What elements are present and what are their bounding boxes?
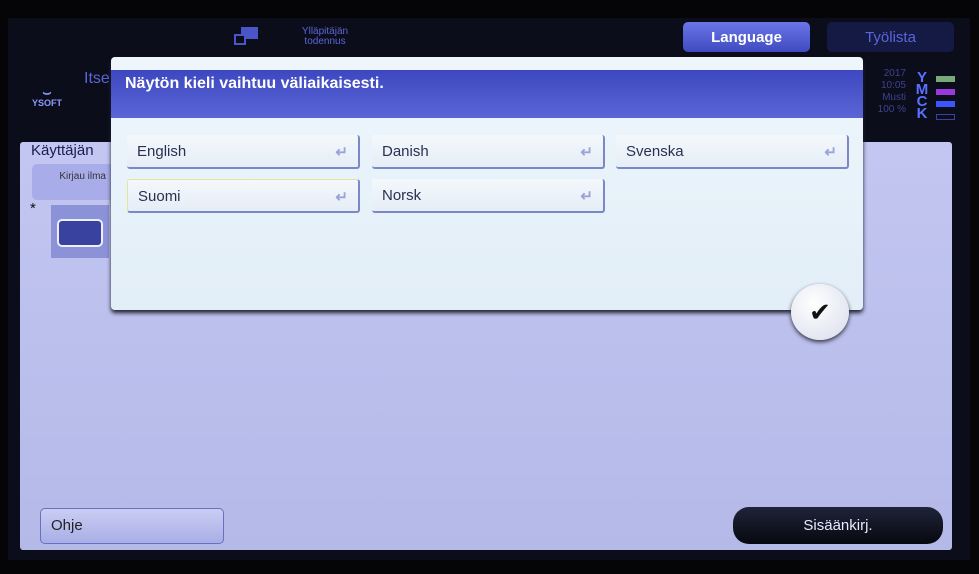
date: 2017 bbox=[883, 68, 906, 79]
option-label: Danish bbox=[382, 143, 429, 160]
language-option-svenska[interactable]: Svenska ↵ bbox=[616, 135, 849, 169]
logo-text: YSOFT bbox=[31, 98, 62, 108]
login-method-button[interactable]: Kirjau ilma bbox=[32, 164, 114, 200]
section-title: Käyttäjän bbox=[31, 142, 94, 159]
option-label: Suomi bbox=[138, 188, 181, 205]
language-option-norsk[interactable]: Norsk ↵ bbox=[372, 179, 605, 213]
time: 10:05 bbox=[880, 80, 906, 91]
enter-icon: ↵ bbox=[580, 188, 593, 205]
tab-job-list[interactable]: Työlista bbox=[827, 22, 954, 52]
option-label: Norsk bbox=[382, 187, 422, 204]
toner-level-m bbox=[936, 89, 955, 95]
enter-icon: ↵ bbox=[824, 144, 837, 161]
language-option-suomi[interactable]: Suomi ↵ bbox=[127, 179, 360, 213]
checkmark-icon: ✔ bbox=[809, 296, 831, 327]
enter-icon: ↵ bbox=[335, 189, 348, 206]
language-option-english[interactable]: English ↵ bbox=[127, 135, 360, 169]
memory-label: Musti bbox=[882, 92, 906, 103]
ok-button[interactable]: ✔ bbox=[791, 284, 849, 340]
language-dialog: Näytön kieli vaihtuu väliaikaisesti. Eng… bbox=[111, 57, 863, 310]
toner-level-y bbox=[936, 76, 955, 82]
card-key-icon[interactable] bbox=[51, 205, 109, 258]
help-button[interactable]: Ohje bbox=[40, 508, 224, 544]
option-label: Svenska bbox=[626, 143, 684, 160]
ysoft-logo: ⌣ YSOFT bbox=[18, 85, 76, 112]
tab-language[interactable]: Language bbox=[683, 22, 810, 52]
dialog-message: Näytön kieli vaihtuu väliaikaisesti. bbox=[111, 70, 863, 118]
toner-level-c bbox=[936, 101, 955, 107]
memory-value: 100 % bbox=[877, 104, 906, 115]
option-label: English bbox=[137, 143, 187, 160]
required-marker: * bbox=[30, 200, 36, 217]
language-option-danish[interactable]: Danish ↵ bbox=[372, 135, 605, 169]
status-readout: 2017 10:05 Musti 100 % bbox=[866, 68, 906, 116]
windows-icon[interactable] bbox=[234, 27, 258, 47]
toner-label-k: K bbox=[916, 105, 928, 122]
toner-labels: Y M C K bbox=[914, 70, 930, 122]
login-button[interactable]: Sisäänkirj. bbox=[733, 507, 943, 544]
screen-title: Itse bbox=[84, 70, 110, 87]
admin-auth-button[interactable]: Ylläpitäjän todennus bbox=[280, 27, 370, 47]
enter-icon: ↵ bbox=[580, 144, 593, 161]
toner-level-k bbox=[936, 114, 955, 120]
enter-icon: ↵ bbox=[335, 144, 348, 161]
